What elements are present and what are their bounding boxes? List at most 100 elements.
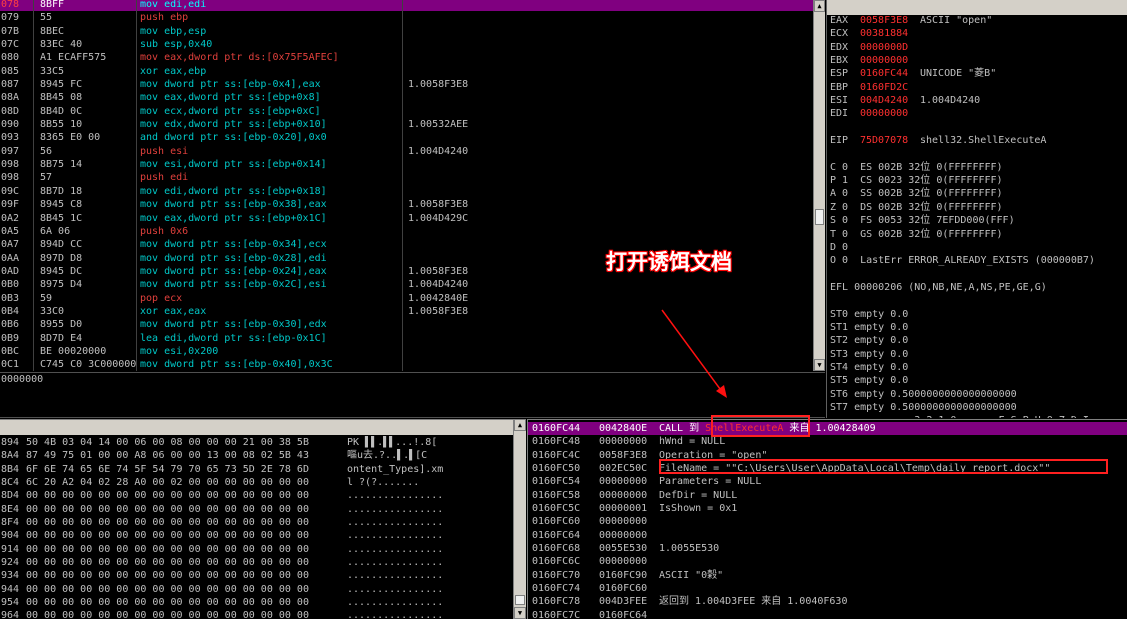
register-flag-line[interactable]: D 0 bbox=[830, 241, 1127, 254]
register-flag-line[interactable]: ST1 empty 0.0 bbox=[830, 321, 1127, 334]
scroll-up-arrow[interactable]: ▲ bbox=[514, 419, 526, 431]
hex-row[interactable]: 894 50 4B 03 04 14 00 06 00 08 00 00 00 2… bbox=[0, 436, 513, 449]
disasm-row[interactable]: 08D 8B4D 0C mov ecx,dword ptr ss:[ebp+0xC] bbox=[0, 105, 813, 118]
register-flag-line[interactable]: EFL 00000206 (NO,NB,NE,A,NS,PE,GE,G) bbox=[830, 281, 1127, 294]
stack-row[interactable]: 0160FC6C 00000000 bbox=[528, 555, 1127, 568]
hex-row[interactable]: 8A4 87 49 75 01 00 00 A8 06 00 00 13 00 0… bbox=[0, 449, 513, 462]
hex-row[interactable]: 944 00 00 00 00 00 00 00 00 00 00 00 00 0… bbox=[0, 583, 513, 596]
register-line[interactable]: EDX 0000000D bbox=[830, 41, 1126, 54]
disassembly-pane[interactable]: 078 8BFF mov edi,edi 079 55 push ebp 07B 8BEC mo… bbox=[0, 0, 813, 371]
disasm-row[interactable]: 0C1 C745 C0 3C000000 mov dword ptr ss:[ebp… bbox=[0, 358, 813, 371]
stack-pane[interactable]: 0160FC44 004284OE CALL 到 ShellExecuteA 来自 … bbox=[527, 419, 1127, 619]
stack-row[interactable]: 0160FC60 00000000 bbox=[528, 515, 1127, 528]
hex-row[interactable]: 8F4 00 00 00 00 00 00 00 00 00 00 00 00 0… bbox=[0, 516, 513, 529]
register-extra: 1.004D4240 bbox=[920, 95, 981, 107]
register-line[interactable]: EBP 0160FD2C bbox=[830, 81, 1126, 94]
disasm-row[interactable]: 0B6 8955 D0 mov dword ptr ss:[ebp-0x30],ed… bbox=[0, 318, 813, 331]
disasm-row[interactable]: 080 A1 ECAFF575 mov eax,dword ptr ds:[0x75… bbox=[0, 51, 813, 64]
register-flag-line[interactable] bbox=[830, 294, 1127, 307]
scroll-thumb[interactable] bbox=[515, 595, 525, 605]
disasm-row[interactable]: 085 33C5 xor eax,ebp bbox=[0, 65, 813, 78]
register-flag-line[interactable]: ST4 empty 0.0 bbox=[830, 361, 1127, 374]
hex-row[interactable]: 914 00 00 00 00 00 00 00 00 00 00 00 00 0… bbox=[0, 543, 513, 556]
register-flag-line[interactable]: ST0 empty 0.0 bbox=[830, 308, 1127, 321]
stack-row[interactable]: 0160FC44 004284OE CALL 到 ShellExecuteA 来自 … bbox=[528, 422, 1127, 436]
register-line[interactable]: ESP 0160FC44 UNICODE "菱B" bbox=[830, 67, 1126, 80]
instr-bytes: 8B45 1C bbox=[40, 212, 83, 224]
disasm-row[interactable]: 078 8BFF mov edi,edi bbox=[0, 0, 813, 12]
register-flag-line[interactable]: ST5 empty 0.0 bbox=[830, 374, 1127, 387]
disasm-row[interactable]: 098 8B75 14 mov esi,dword ptr ss:[ebp+0x14… bbox=[0, 158, 813, 171]
hex-row[interactable]: 954 00 00 00 00 00 00 00 00 00 00 00 00 0… bbox=[0, 596, 513, 609]
register-flag-line[interactable]: S 0 FS 0053 32位 7EFDD000(FFF) bbox=[830, 214, 1127, 227]
hex-bytes: 00 00 00 00 00 00 00 00 00 00 00 00 00 0… bbox=[26, 530, 309, 542]
disasm-row[interactable]: 097 56 push esi 1.004D4240 bbox=[0, 145, 813, 158]
register-value: 004D4240 bbox=[860, 95, 909, 107]
register-flag-line[interactable]: ST3 empty 0.0 bbox=[830, 348, 1127, 361]
register-line[interactable] bbox=[830, 121, 1126, 134]
stack-row[interactable]: 0160FC68 0055E530 1.0055E530 bbox=[528, 542, 1127, 555]
hex-row[interactable]: 8E4 00 00 00 00 00 00 00 00 00 00 00 00 0… bbox=[0, 503, 513, 516]
register-flag-line[interactable]: T 0 GS 002B 32位 0(FFFFFFFF) bbox=[830, 228, 1127, 241]
stack-row[interactable]: 0160FC58 00000000 DefDir = NULL bbox=[528, 489, 1127, 502]
register-line[interactable]: ECX 00381884 bbox=[830, 27, 1126, 40]
disasm-row[interactable]: 0A5 6A 06 push 0x6 bbox=[0, 225, 813, 238]
hex-row[interactable]: 964 00 00 00 00 00 00 00 00 00 00 00 00 0… bbox=[0, 609, 513, 619]
register-line[interactable]: EBX 00000000 bbox=[830, 54, 1126, 67]
scroll-up-arrow[interactable]: ▲ bbox=[814, 0, 825, 12]
disasm-row[interactable]: 0B0 8975 D4 mov dword ptr ss:[ebp-0x2C],es… bbox=[0, 278, 813, 291]
hex-scrollbar[interactable]: ▲ ▼ bbox=[513, 419, 526, 619]
scroll-down-arrow[interactable]: ▼ bbox=[514, 607, 526, 619]
disasm-row[interactable]: 0B9 8D7D E4 lea edi,dword ptr ss:[ebp-0x1C… bbox=[0, 332, 813, 345]
disasm-row[interactable]: 07C 83EC 40 sub esp,0x40 bbox=[0, 38, 813, 51]
register-line[interactable]: EAX 0058F3E8 ASCII "open" bbox=[830, 14, 1126, 27]
register-flag-line[interactable]: P 1 CS 0023 32位 0(FFFFFFFF) bbox=[830, 174, 1127, 187]
stack-row[interactable]: 0160FC70 0160FC90 ASCII "0榖" bbox=[528, 569, 1127, 582]
register-flag-line[interactable]: A 0 SS 002B 32位 0(FFFFFFFF) bbox=[830, 187, 1127, 200]
disasm-row[interactable]: 0B3 59 pop ecx 1.0042840E bbox=[0, 292, 813, 305]
register-flag-line[interactable] bbox=[830, 268, 1127, 281]
stack-row[interactable]: 0160FC64 00000000 bbox=[528, 529, 1127, 542]
disasm-row[interactable]: 0A2 8B45 1C mov eax,dword ptr ss:[ebp+0x1C… bbox=[0, 212, 813, 225]
stack-row[interactable]: 0160FC78 004D3FEE 返回到 1.004D3FEE 来自 1.0040… bbox=[528, 595, 1127, 608]
disasm-row[interactable]: 087 8945 FC mov dword ptr ss:[ebp-0x4],eax… bbox=[0, 78, 813, 91]
register-flag-line[interactable]: O 0 LastErr ERROR_ALREADY_EXISTS (000000… bbox=[830, 254, 1127, 267]
stack-row[interactable]: 0160FC7C 0160FC64 bbox=[528, 609, 1127, 619]
disasm-row[interactable]: 079 55 push ebp bbox=[0, 11, 813, 24]
instr-text: mov dword ptr ss:[ebp-0x24],eax bbox=[140, 265, 327, 277]
hex-row[interactable]: 8D4 00 00 00 00 00 00 00 00 00 00 00 00 0… bbox=[0, 489, 513, 502]
register-flag-line[interactable]: ST2 empty 0.0 bbox=[830, 334, 1127, 347]
scroll-down-arrow[interactable]: ▼ bbox=[814, 359, 825, 371]
hex-row[interactable]: 924 00 00 00 00 00 00 00 00 00 00 00 00 0… bbox=[0, 556, 513, 569]
hex-row[interactable]: 904 00 00 00 00 00 00 00 00 00 00 00 00 0… bbox=[0, 529, 513, 542]
hex-row[interactable]: 8C4 6C 20 A2 04 02 28 A0 00 02 00 00 00 0… bbox=[0, 476, 513, 489]
register-line[interactable]: ESI 004D4240 1.004D4240 bbox=[830, 94, 1126, 107]
disasm-row[interactable]: 0BC BE 00020000 mov esi,0x200 bbox=[0, 345, 813, 358]
disasm-row[interactable]: 09C 8B7D 18 mov edi,dword ptr ss:[ebp+0x18… bbox=[0, 185, 813, 198]
register-flag-line[interactable]: 3 2 1 0 E S P U O Z D I bbox=[830, 414, 1127, 418]
register-line[interactable]: EIP 75D07078 shell32.ShellExecuteA bbox=[830, 134, 1126, 147]
disasm-row[interactable]: 093 8365 E0 00 and dword ptr ss:[ebp-0x20]… bbox=[0, 131, 813, 144]
scroll-thumb[interactable] bbox=[815, 209, 824, 225]
hex-row[interactable]: 8B4 6F 6E 74 65 6E 74 5F 54 79 70 65 73 5… bbox=[0, 463, 513, 476]
stack-row[interactable]: 0160FC74 0160FC60 bbox=[528, 582, 1127, 595]
stack-row[interactable]: 0160FC48 00000000 hWnd = NULL bbox=[528, 435, 1127, 448]
register-flag-line[interactable]: C 0 ES 002B 32位 0(FFFFFFFF) bbox=[830, 161, 1127, 174]
register-flag-line[interactable]: ST7 empty 0.5000000000000000000 bbox=[830, 401, 1127, 414]
disasm-row[interactable]: 09F 8945 C8 mov dword ptr ss:[ebp-0x38],ea… bbox=[0, 198, 813, 211]
stack-row[interactable]: 0160FC54 00000000 Parameters = NULL bbox=[528, 475, 1127, 488]
hex-row[interactable]: 934 00 00 00 00 00 00 00 00 00 00 00 00 0… bbox=[0, 569, 513, 582]
disasm-row[interactable]: 08A 8B45 08 mov eax,dword ptr ss:[ebp+0x8] bbox=[0, 91, 813, 104]
disasm-row[interactable]: 090 8B55 10 mov edx,dword ptr ss:[ebp+0x10… bbox=[0, 118, 813, 131]
register-flag-line[interactable]: ST6 empty 0.5000000000000000000 bbox=[830, 388, 1127, 401]
disasm-row[interactable]: 0B4 33C0 xor eax,eax 1.0058F3E8 bbox=[0, 305, 813, 318]
register-line[interactable]: EDI 00000000 bbox=[830, 107, 1126, 120]
stack-row[interactable]: 0160FC5C 00000001 IsShown = 0x1 bbox=[528, 502, 1127, 515]
disasm-row[interactable]: 07B 8BEC mov ebp,esp bbox=[0, 25, 813, 38]
disassembly-scrollbar[interactable]: ▲ ▼ bbox=[813, 0, 825, 371]
register-flag-line[interactable]: Z 0 DS 002B 32位 0(FFFFFFFF) bbox=[830, 201, 1127, 214]
disasm-row[interactable]: 098 57 push edi bbox=[0, 171, 813, 184]
hex-dump-pane[interactable]: HEX 数据 ASCII 894 50 4B 03 04 14 00 06 00 … bbox=[0, 419, 513, 619]
registers-pane[interactable]: 寄存器 (FPU) ‹ › EAX 0058F3E8 ASCII "open" ECX… bbox=[826, 0, 1127, 418]
register-name: EBX bbox=[830, 55, 849, 67]
